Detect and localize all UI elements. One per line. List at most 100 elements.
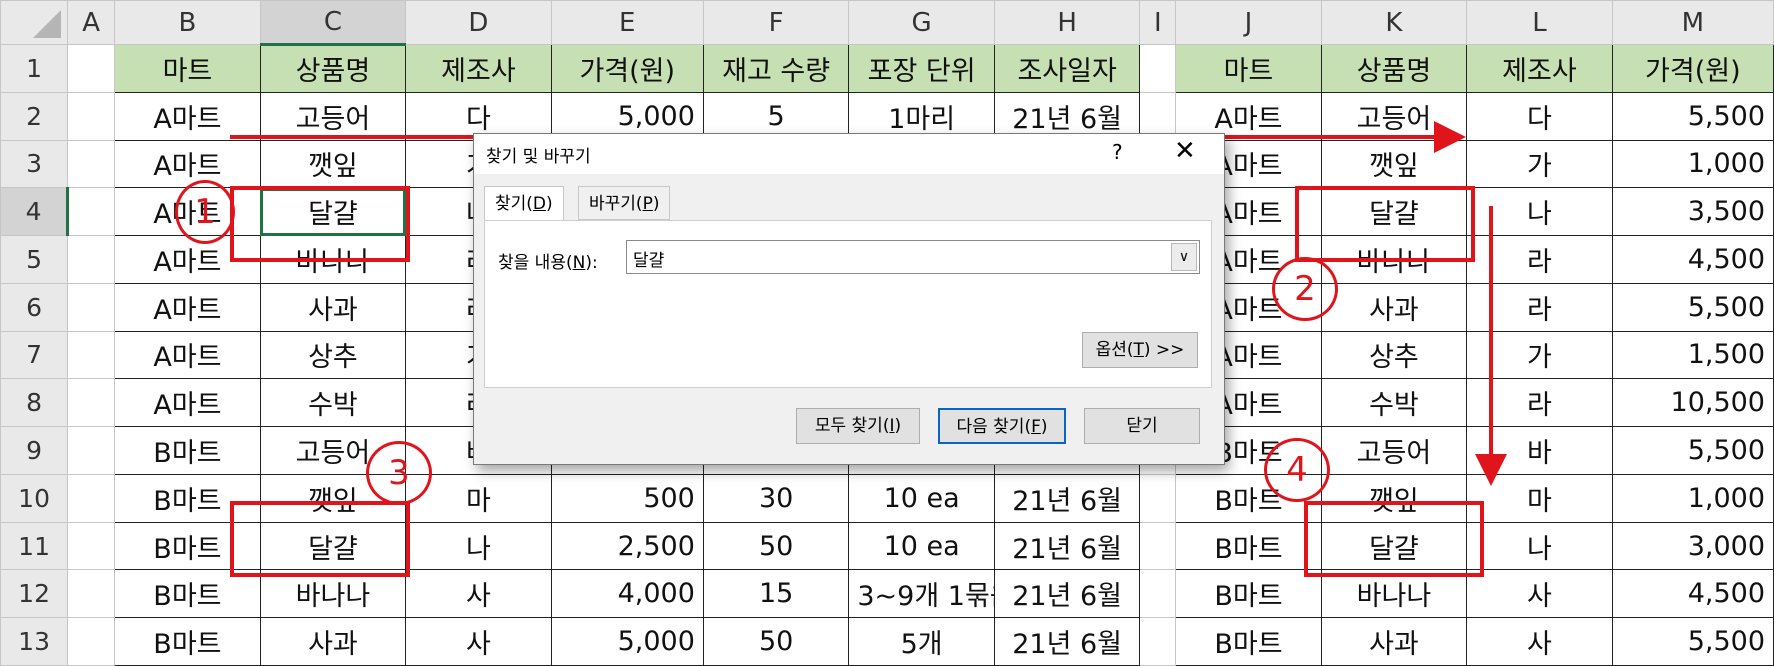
find-what-input[interactable]: 달걀 ∨ [626,240,1200,274]
cell[interactable] [67,569,116,619]
col-header-h[interactable]: H [993,0,1141,45]
row-header[interactable]: 2 [0,91,69,141]
cell[interactable]: 5,500 [1611,91,1774,141]
cell[interactable]: 바나나 [1320,569,1468,619]
cell[interactable]: 가 [1466,139,1613,189]
cell[interactable]: 마 [1466,473,1613,523]
cell[interactable]: 나 [1466,521,1613,571]
row-header[interactable]: 3 [0,139,69,189]
row-header[interactable]: 4 [0,187,70,237]
cell[interactable]: B마트 [1175,617,1322,666]
cell[interactable]: 사과 [259,617,407,666]
help-button[interactable]: ? [1112,140,1123,164]
col-header-b[interactable]: B [114,0,261,45]
cell[interactable]: 1,000 [1611,139,1774,189]
cell[interactable]: 5,500 [1611,426,1774,475]
header-cell[interactable]: 상품명 [259,44,407,93]
cell[interactable]: 깻잎 [1320,139,1468,189]
col-header-k[interactable]: K [1320,0,1468,45]
col-header-c[interactable]: C [259,0,407,46]
header-cell[interactable]: 포장 단위 [848,44,995,93]
header-cell[interactable]: 제조사 [1466,44,1613,93]
cell[interactable]: 상추 [1320,330,1468,380]
col-header-j[interactable]: J [1175,0,1322,45]
cell[interactable]: 가 [1466,330,1613,380]
cell[interactable]: 바 [1466,426,1613,475]
cell[interactable]: 상추 [259,330,407,380]
header-cell[interactable]: 재고 수량 [702,44,850,93]
cell[interactable]: 사 [1466,569,1613,619]
header-cell[interactable]: 가격(원) [1611,44,1774,93]
row-header[interactable]: 10 [0,473,69,523]
row-header[interactable]: 6 [0,282,69,332]
cell[interactable]: 3,500 [1611,187,1774,237]
find-all-button[interactable]: 모두 찾기(I) [796,408,920,444]
cell[interactable]: 다 [1466,91,1613,141]
col-header-i[interactable]: I [1139,0,1177,45]
cell[interactable] [67,282,116,332]
col-header-f[interactable]: F [702,0,850,45]
cell[interactable]: 10 ea [848,473,995,523]
cell[interactable]: B마트 [114,617,261,666]
row-header[interactable]: 11 [0,521,69,571]
cell[interactable] [1139,521,1177,571]
cell[interactable]: 500 [550,473,704,523]
cell[interactable] [1139,617,1177,666]
cell[interactable] [67,187,116,237]
col-header-d[interactable]: D [405,0,552,45]
cell[interactable] [67,521,116,571]
cell[interactable]: 1,500 [1611,330,1774,380]
tab-find[interactable]: 찾기(D) [484,186,564,222]
cell[interactable]: 5,500 [1611,617,1774,666]
row-header[interactable]: 7 [0,330,69,380]
cell[interactable]: 사 [405,569,552,619]
cell[interactable]: 수박 [1320,378,1468,428]
cell[interactable]: 사과 [1320,282,1468,332]
header-cell[interactable]: 마트 [1175,44,1322,93]
row-header[interactable]: 13 [0,617,69,666]
cell[interactable]: 30 [702,473,850,523]
cell[interactable]: 1,000 [1611,473,1774,523]
cell[interactable]: 15 [702,569,850,619]
cell[interactable]: 21년 6월 [993,569,1141,619]
cell[interactable]: 3~9개 1묶음 [848,569,995,619]
cell[interactable]: 나 [405,521,552,571]
row-header[interactable]: 9 [0,426,69,475]
cell[interactable]: 50 [702,521,850,571]
cell[interactable]: 사 [1466,617,1613,666]
cell[interactable]: 21년 6월 [993,617,1141,666]
cell[interactable]: 나 [1466,187,1613,237]
col-header-a[interactable]: A [67,0,116,45]
chevron-down-icon[interactable]: ∨ [1171,243,1197,271]
close-icon[interactable]: ✕ [1174,136,1196,166]
cell[interactable]: 5,000 [550,617,704,666]
cell[interactable]: A마트 [114,91,261,141]
cell[interactable]: 라 [1466,235,1613,284]
cell[interactable]: 10 ea [848,521,995,571]
col-header-m[interactable]: M [1611,0,1774,45]
cell[interactable]: 21년 6월 [993,521,1141,571]
cell[interactable] [1139,473,1177,523]
cell[interactable]: 라 [1466,378,1613,428]
cell[interactable] [67,139,116,189]
row-header[interactable]: 1 [0,44,69,93]
cell[interactable]: 사과 [1320,617,1468,666]
cell[interactable]: 라 [1466,282,1613,332]
cell[interactable]: 50 [702,617,850,666]
cell[interactable] [67,91,116,141]
row-header[interactable]: 12 [0,569,69,619]
row-header[interactable]: 8 [0,378,69,428]
header-cell[interactable]: 제조사 [405,44,552,93]
cell[interactable]: A마트 [114,378,261,428]
cell[interactable]: 4,000 [550,569,704,619]
cell[interactable] [67,378,116,428]
cell[interactable]: 고등어 [1320,426,1468,475]
header-cell[interactable]: 가격(원) [550,44,704,93]
cell[interactable] [67,44,116,93]
cell[interactable]: 사 [405,617,552,666]
cell[interactable]: 21년 6월 [993,473,1141,523]
cell[interactable]: 10,500 [1611,378,1774,428]
col-header-g[interactable]: G [848,0,995,45]
cell[interactable] [67,235,116,284]
cell[interactable]: 고등어 [1320,91,1468,141]
